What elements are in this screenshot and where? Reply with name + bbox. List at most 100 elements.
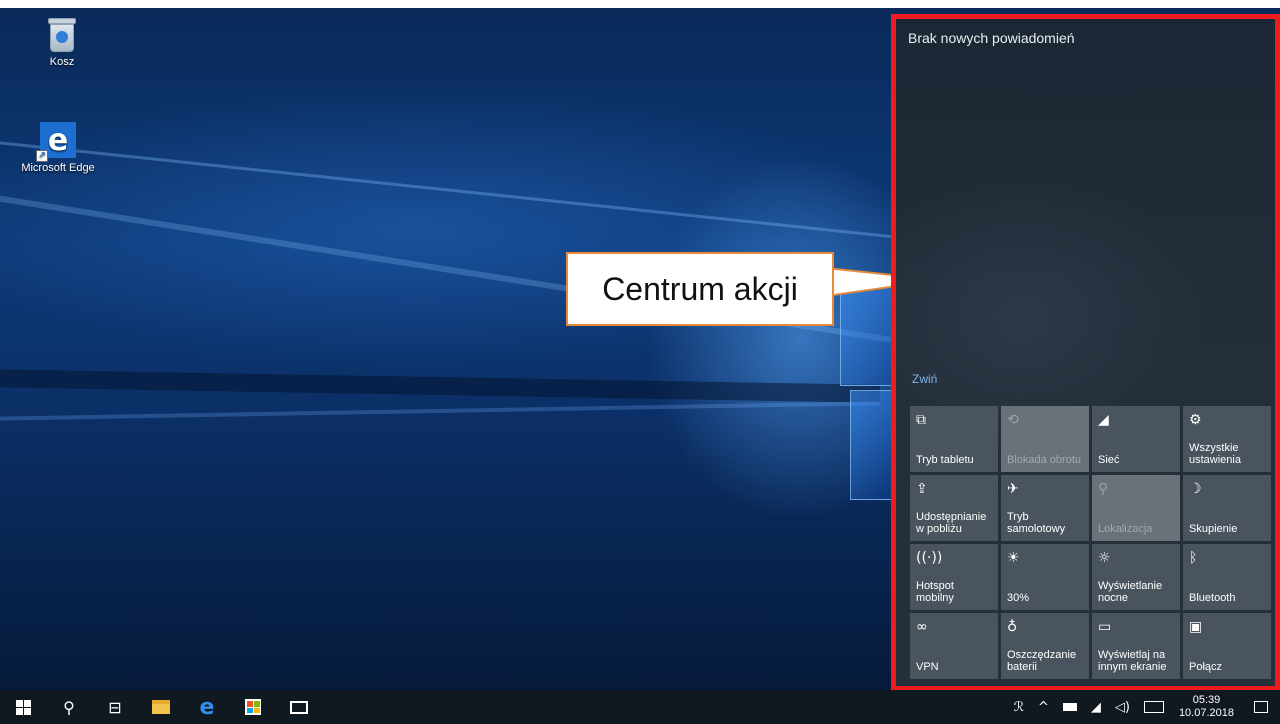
light-beam — [0, 401, 880, 422]
quick-action-tile[interactable]: ✈ Tryb samolotowy — [1001, 475, 1089, 541]
action-center-button[interactable] — [1242, 690, 1280, 724]
search-icon: ⚲ — [63, 697, 75, 717]
action-center-panel: Brak nowych powiadomień Zwiń ⧉ Tryb table… — [893, 16, 1280, 690]
vpn-icon: ∞ — [916, 619, 928, 635]
moon-icon: ☽ — [1189, 481, 1202, 497]
quick-action-tile[interactable]: ⧉ Tryb tabletu — [910, 406, 998, 472]
task-view-icon: ⊟ — [108, 697, 122, 717]
desktop-icon-label: Microsoft Edge — [21, 162, 95, 174]
rotation-lock-icon: ⟲ — [1007, 412, 1019, 428]
touch-keyboard-button[interactable] — [1137, 690, 1171, 724]
quick-action-label: Oszczędzanie baterii — [1007, 649, 1077, 673]
clock-time: 05:39 — [1192, 694, 1221, 706]
shortcut-arrow-icon: ↗ — [36, 150, 48, 162]
volume-icon: ◁) — [1114, 699, 1130, 715]
edge-taskbar-button[interactable]: e — [184, 690, 230, 724]
windows-logo-pane — [850, 390, 892, 500]
quick-action-label: Hotspot mobilny — [916, 580, 954, 604]
clock-date: 10.07.2018 — [1178, 707, 1234, 719]
quick-action-tile[interactable]: ⚲ Lokalizacja — [1092, 475, 1180, 541]
recycle-bin-icon — [47, 18, 77, 52]
quick-action-label: Bluetooth — [1189, 592, 1236, 604]
store-button[interactable] — [230, 690, 276, 724]
battery-button[interactable] — [1056, 690, 1084, 724]
quick-action-tile[interactable]: ⚙ Wszystkie ustawienia — [1183, 406, 1271, 472]
brightness-icon: ☀ — [1007, 550, 1020, 566]
project-icon: ▭ — [1098, 619, 1112, 635]
keyboard-icon — [1143, 701, 1164, 713]
tablet-mode-icon: ⧉ — [916, 412, 926, 428]
quick-action-label: Udostępnianie w pobliżu — [916, 511, 987, 535]
network-tray-button[interactable]: ◢ — [1084, 690, 1108, 724]
battery-saver-icon: ♁ — [1007, 619, 1018, 635]
quick-action-tile[interactable]: ▭ Wyświetlaj na innym ekranie — [1092, 613, 1180, 679]
wifi-icon: ◢ — [1090, 699, 1101, 715]
mail-icon — [290, 700, 308, 714]
mail-button[interactable] — [276, 690, 322, 724]
people-button[interactable]: ℛ — [1007, 690, 1031, 724]
light-beam — [0, 368, 881, 403]
connect-icon: ▣ — [1189, 619, 1203, 635]
quick-action-tile[interactable]: ⟲ Blokada obrotu — [1001, 406, 1089, 472]
quick-action-label: Sieć — [1098, 454, 1120, 466]
notification-icon — [1254, 701, 1268, 713]
file-explorer-button[interactable] — [138, 690, 184, 724]
edge-glyph: e — [47, 122, 69, 158]
quick-action-tile[interactable]: ▣ Połącz — [1183, 613, 1271, 679]
store-icon — [245, 699, 261, 715]
quick-action-tile[interactable]: ◢ Sieć — [1092, 406, 1180, 472]
quick-action-label: Połącz — [1189, 661, 1223, 673]
volume-button[interactable]: ◁) — [1108, 690, 1137, 724]
callout-text: Centrum akcji — [602, 270, 798, 307]
network-icon: ◢ — [1098, 412, 1109, 428]
bluetooth-icon: ᛒ — [1189, 550, 1198, 566]
quick-action-tile[interactable]: ⇪ Udostępnianie w pobliżu — [910, 475, 998, 541]
system-tray: ℛ ^ ◢ ◁) 05:39 10.07.2018 — [1007, 690, 1280, 724]
top-strip — [0, 0, 1280, 8]
desktop-icon-edge[interactable]: e ↗ Microsoft Edge — [8, 122, 108, 174]
quick-action-tile[interactable]: ((·)) Hotspot mobilny — [910, 544, 998, 610]
folder-icon — [152, 700, 170, 714]
clock[interactable]: 05:39 10.07.2018 — [1171, 690, 1242, 724]
callout-label: Centrum akcji — [566, 252, 834, 326]
edge-icon: e ↗ — [36, 122, 76, 162]
windows-logo-icon — [15, 699, 31, 715]
battery-icon — [1062, 703, 1077, 711]
hotspot-icon: ((·)) — [916, 550, 943, 566]
quick-action-tile[interactable]: ☀ 30% — [1001, 544, 1089, 610]
quick-action-tile[interactable]: ♁ Oszczędzanie baterii — [1001, 613, 1089, 679]
location-icon: ⚲ — [1098, 481, 1109, 497]
quick-action-tile[interactable]: ☽ Skupienie — [1183, 475, 1271, 541]
quick-action-label: Tryb samolotowy — [1007, 511, 1066, 535]
chevron-up-icon: ^ — [1037, 699, 1049, 715]
quick-action-tile[interactable]: ᛒ Bluetooth — [1183, 544, 1271, 610]
quick-action-label: Skupienie — [1189, 523, 1238, 535]
quick-action-label: Wszystkie ustawienia — [1189, 442, 1241, 466]
quick-action-label: VPN — [916, 661, 939, 673]
quick-action-tile[interactable]: ☼ Wyświetlanie nocne — [1092, 544, 1180, 610]
task-view-button[interactable]: ⊟ — [92, 690, 138, 724]
search-button[interactable]: ⚲ — [46, 690, 92, 724]
show-hidden-icons-button[interactable]: ^ — [1031, 690, 1056, 724]
quick-action-tile[interactable]: ∞ VPN — [910, 613, 998, 679]
quick-action-label: Blokada obrotu — [1007, 454, 1081, 466]
people-icon: ℛ — [1013, 699, 1024, 715]
desktop-icon-recycle-bin[interactable]: Kosz — [12, 18, 112, 68]
edge-icon: e — [199, 694, 215, 720]
desktop-icon-label: Kosz — [49, 56, 75, 68]
quick-action-label: Lokalizacja — [1098, 523, 1153, 535]
quick-action-label: Tryb tabletu — [916, 454, 974, 466]
quick-actions-grid: ⧉ Tryb tabletu ⟲ Blokada obrotu ◢ Sieć ⚙ Wszyst… — [910, 406, 1271, 679]
taskbar: ⚲ ⊟ e ℛ ^ ◢ ◁) 05:39 10.07.2018 — [0, 690, 1280, 724]
collapse-link[interactable]: Zwiń — [912, 372, 937, 386]
quick-action-label: Wyświetlaj na innym ekranie — [1098, 649, 1167, 673]
notifications-status: Brak nowych powiadomień — [908, 30, 1075, 46]
quick-action-label: Wyświetlanie nocne — [1098, 580, 1163, 604]
night-light-icon: ☼ — [1098, 550, 1111, 566]
airplane-icon: ✈ — [1007, 481, 1019, 497]
gear-icon: ⚙ — [1189, 412, 1202, 428]
nearby-share-icon: ⇪ — [916, 481, 928, 497]
light-beam — [0, 133, 915, 241]
start-button[interactable] — [0, 690, 46, 724]
quick-action-label: 30% — [1007, 592, 1030, 604]
